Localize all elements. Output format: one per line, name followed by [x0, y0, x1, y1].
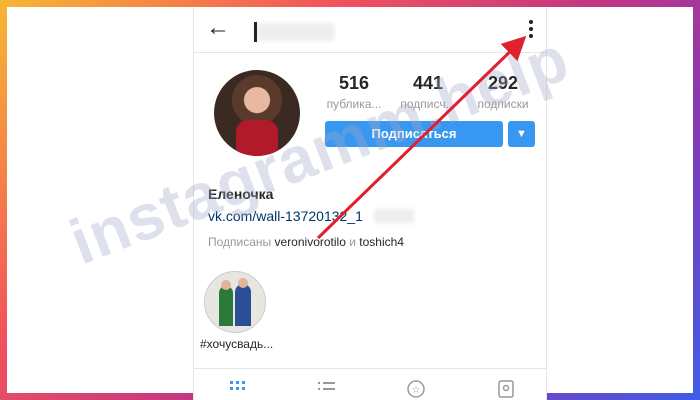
followed-and: и [349, 235, 356, 249]
stat-posts-label: публика... [326, 97, 382, 111]
stat-followers-count: 441 [412, 73, 444, 93]
star-icon[interactable]: ☆ [406, 379, 426, 399]
profile-link-tail: 32_1 [331, 208, 363, 224]
top-bar: ← [194, 8, 546, 53]
stat-followers-label: подписч... [400, 97, 456, 111]
stat-followers[interactable]: 441 подписч... [393, 73, 463, 111]
instagram-profile-screen: ← 516 публика... 441 подписч... 292 подп… [193, 8, 547, 400]
profile-link-text: vk.com/wall-137201 [208, 208, 332, 224]
back-arrow-icon[interactable]: ← [206, 16, 230, 40]
more-vertical-icon[interactable] [527, 18, 535, 42]
profile-tabs: ☆ [194, 368, 546, 400]
stat-posts-count: 516 [338, 73, 370, 93]
story-highlight[interactable] [204, 271, 266, 333]
profile-link[interactable]: vk.com/wall-13720132_1 [208, 208, 363, 224]
link-blurred [374, 209, 414, 223]
grid-icon[interactable] [228, 379, 248, 399]
stat-following[interactable]: 292 подписки [468, 73, 538, 111]
list-icon[interactable] [316, 379, 336, 399]
followed-by-prefix: Подписаны [208, 235, 272, 249]
followed-user-2[interactable]: toshich4 [359, 235, 404, 249]
stat-following-count: 292 [487, 73, 519, 93]
followed-user-1-tail[interactable]: vorotilo [307, 235, 346, 249]
profile-display-name: Еленочка [208, 186, 274, 202]
followed-by-line[interactable]: Подписаны veronivorotilo и toshich4 [208, 235, 404, 249]
tagged-icon[interactable] [496, 379, 516, 399]
avatar[interactable] [214, 70, 300, 156]
followed-user-1[interactable]: veroni [275, 235, 308, 249]
stat-posts[interactable]: 516 публика... [319, 73, 389, 111]
svg-text:☆: ☆ [412, 385, 421, 396]
story-highlight-label: #хочусвадь... [200, 337, 274, 351]
username-blurred [254, 23, 334, 41]
username-caret [254, 22, 257, 42]
subscribe-button[interactable]: Подписаться [325, 121, 503, 147]
stat-following-label: подписки [477, 97, 529, 111]
suggestions-dropdown-button[interactable]: ▼ [508, 121, 535, 147]
